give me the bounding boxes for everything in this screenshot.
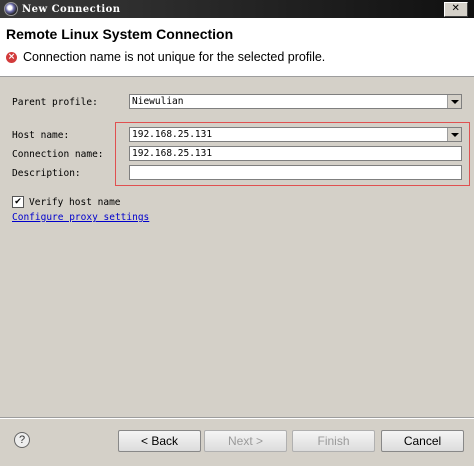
verify-host-label: Verify host name — [29, 196, 121, 208]
finish-button[interactable]: Finish — [292, 430, 375, 452]
connection-name-input[interactable]: 192.168.25.131 — [129, 146, 462, 161]
page-title: Remote Linux System Connection — [6, 26, 234, 42]
window-close-button[interactable]: ✕ — [444, 2, 468, 17]
host-name-combo[interactable]: 192.168.25.131 — [129, 127, 462, 142]
cancel-button[interactable]: Cancel — [381, 430, 464, 452]
next-button[interactable]: Next > — [204, 430, 287, 452]
verify-host-checkbox[interactable]: ✔ — [12, 196, 24, 208]
verify-host-row[interactable]: ✔ Verify host name — [12, 196, 121, 208]
configure-proxy-link[interactable]: Configure proxy settings — [12, 212, 149, 223]
parent-profile-label: Parent profile: — [12, 97, 98, 108]
window-titlebar: New Connection ✕ — [0, 0, 474, 18]
app-icon — [4, 2, 18, 16]
description-label: Description: — [12, 168, 81, 179]
parent-profile-combo[interactable]: Niewulian — [129, 94, 462, 109]
connection-name-label: Connection name: — [12, 149, 104, 160]
window-title: New Connection — [22, 3, 121, 15]
footer-separator — [0, 417, 474, 419]
help-icon[interactable]: ? — [14, 432, 30, 448]
error-icon: × — [6, 51, 17, 63]
host-name-label: Host name: — [12, 130, 70, 141]
chevron-down-icon[interactable] — [447, 95, 461, 108]
chevron-down-icon[interactable] — [447, 128, 461, 141]
host-name-value: 192.168.25.131 — [132, 129, 213, 140]
parent-profile-value: Niewulian — [132, 96, 184, 107]
error-message-row: × Connection name is not unique for the … — [6, 50, 325, 64]
wizard-header: Remote Linux System Connection × Connect… — [0, 18, 474, 77]
description-input[interactable] — [129, 165, 462, 180]
back-button[interactable]: < Back — [118, 430, 201, 452]
error-message: Connection name is not unique for the se… — [23, 50, 326, 64]
